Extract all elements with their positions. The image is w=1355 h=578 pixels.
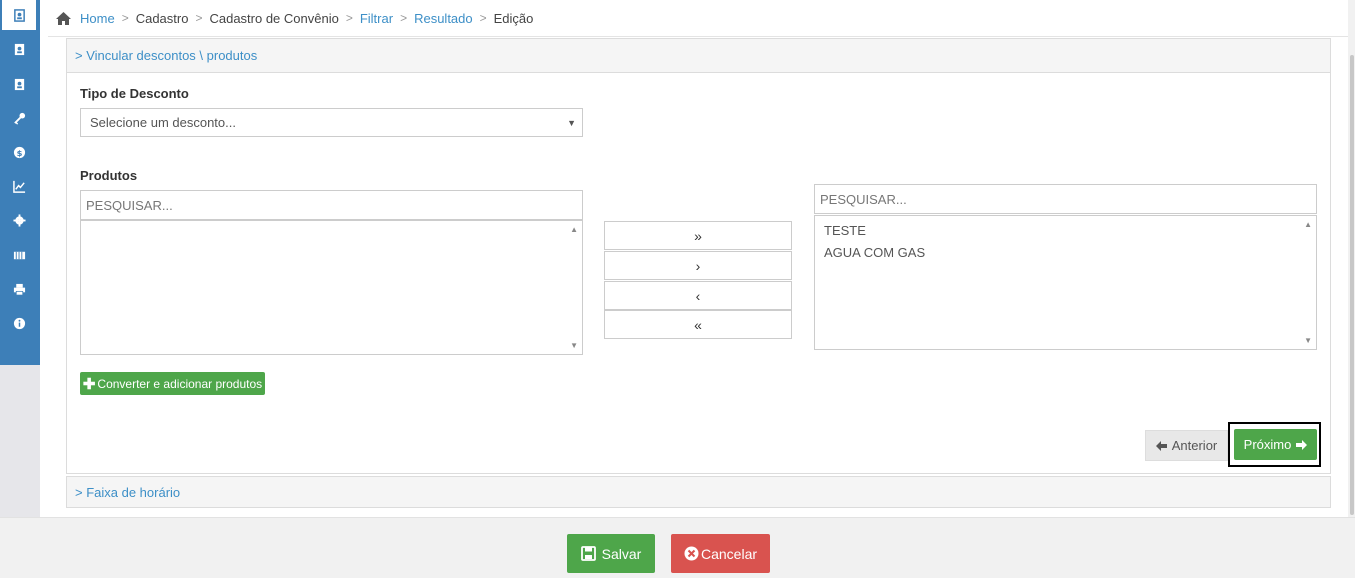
breadcrumb: Home > Cadastro > Cadastro de Convênio >… [55,9,533,27]
arrow-right-icon [1296,439,1308,450]
breadcrumb-separator: > [345,11,353,25]
right-search-input[interactable] [814,184,1317,214]
breadcrumb-cadastro: Cadastro [135,10,189,26]
right-product-list[interactable]: TESTE AGUA COM GAS ▲ ▼ [814,215,1317,350]
breadcrumb-separator: > [479,11,487,25]
vincular-panel: > Vincular descontos \ produtos Tipo de … [66,38,1331,474]
list-item[interactable]: AGUA COM GAS [815,242,1316,264]
tipo-desconto-value: Selecione um desconto... [90,115,236,130]
barcode-icon[interactable] [10,246,28,264]
breadcrumb-separator: > [121,11,129,25]
breadcrumb-resultado[interactable]: Resultado [414,11,473,26]
plus-icon: ✚ [82,375,96,393]
move-right-button[interactable]: › [604,251,792,280]
breadcrumb-separator: > [400,11,408,25]
move-left-button[interactable]: ‹ [604,281,792,310]
sidebar-collapse-toggle[interactable] [0,353,40,365]
save-button-label: Salvar [601,545,642,562]
info-icon[interactable] [10,314,28,332]
dollar-icon[interactable]: $ [10,143,28,161]
contact-book-icon[interactable] [2,0,36,30]
move-all-right-button[interactable]: » [604,221,792,250]
address-card-icon[interactable] [10,75,28,93]
scroll-up-icon[interactable]: ▲ [1304,220,1312,229]
next-button[interactable]: Próximo [1234,429,1317,460]
floppy-disk-icon [580,546,596,561]
breadcrumb-home[interactable]: Home [80,11,115,26]
faixa-horario-link[interactable]: > Faixa de horário [75,485,180,500]
header-divider [48,36,1348,37]
close-circle-icon [684,546,699,561]
breadcrumb-cadastro-convenio: Cadastro de Convênio [209,10,339,26]
breadcrumb-edicao: Edição [493,10,534,26]
scroll-up-icon[interactable]: ▲ [570,225,578,234]
key-icon[interactable] [10,109,28,127]
page-scrollbar-thumb[interactable] [1350,55,1354,515]
next-button-highlight: Próximo [1228,422,1321,467]
gear-icon[interactable] [10,211,28,229]
move-all-left-button[interactable]: « [604,310,792,339]
arrow-left-icon [1155,440,1167,451]
convert-add-products-button[interactable]: ✚ Converter e adicionar produtos [80,372,265,395]
breadcrumb-separator: > [195,11,203,25]
scroll-down-icon[interactable]: ▼ [1304,336,1312,345]
home-icon[interactable] [55,11,72,26]
panel-header[interactable]: > Vincular descontos \ produtos [67,39,1330,73]
scroll-down-icon[interactable]: ▼ [570,341,578,350]
printer-icon[interactable] [10,280,28,298]
next-button-label: Próximo [1243,437,1292,452]
left-product-list[interactable]: ▲ ▼ [80,220,583,355]
tipo-desconto-label: Tipo de Desconto [80,86,189,101]
panel-title-link[interactable]: > Vincular descontos \ produtos [75,48,257,63]
breadcrumb-filtrar[interactable]: Filtrar [360,11,393,26]
address-book-icon[interactable] [10,40,28,58]
left-search-input[interactable] [80,190,583,220]
list-item[interactable]: TESTE [815,220,1316,242]
tipo-desconto-select[interactable]: Selecione um desconto... ▼ [80,108,583,137]
cancel-button[interactable]: Cancelar [671,534,770,573]
save-button[interactable]: Salvar [567,534,655,573]
previous-button[interactable]: Anterior [1145,430,1228,461]
chart-icon[interactable] [10,177,28,195]
sidebar: $ [0,0,40,517]
convert-button-label: Converter e adicionar produtos [97,376,263,391]
cancel-button-label: Cancelar [700,545,758,562]
svg-text:$: $ [16,147,22,157]
previous-button-label: Anterior [1171,438,1218,453]
caret-down-icon: ▼ [567,118,576,128]
produtos-label: Produtos [80,168,138,183]
faixa-horario-header[interactable]: > Faixa de horário [66,476,1331,508]
